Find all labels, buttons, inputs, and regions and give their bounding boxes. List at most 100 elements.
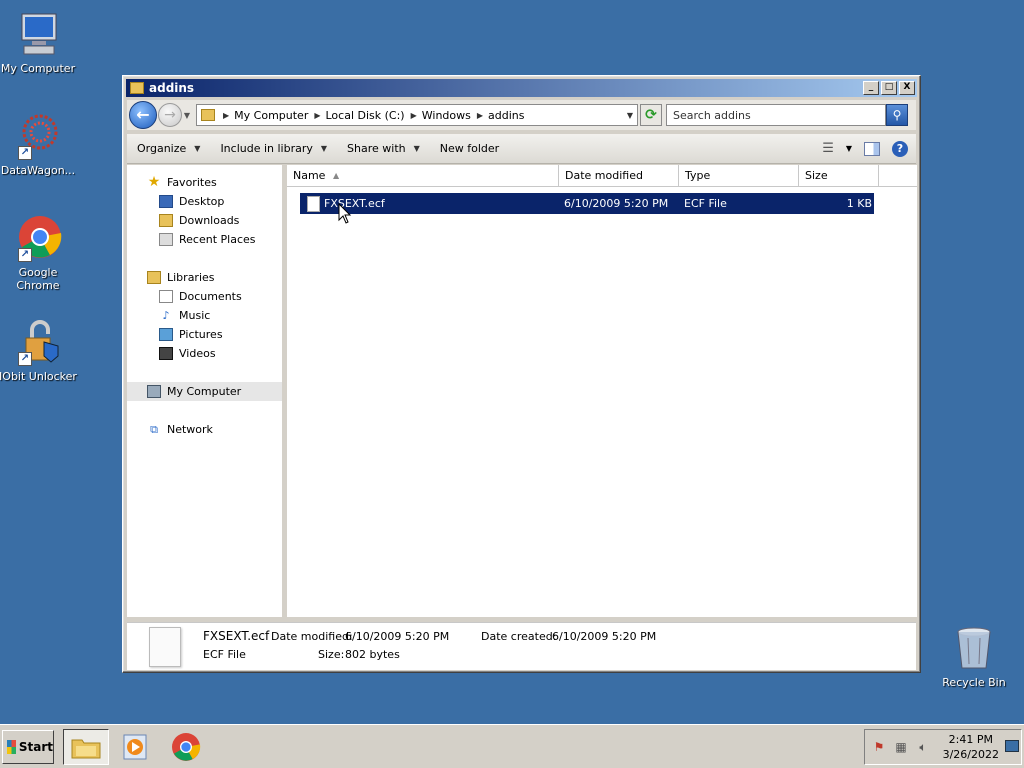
pictures-icon	[159, 328, 173, 341]
file-large-icon	[149, 627, 181, 667]
share-with-button[interactable]: Share with ▼	[347, 142, 420, 155]
shortcut-arrow-icon: ↗	[18, 352, 32, 366]
column-header-type[interactable]: Type	[679, 165, 799, 187]
navigation-pane: ★ Favorites Desktop Downloads Recent Plac…	[127, 165, 285, 617]
address-bar: ← → ▼ ▶ My Computer ▶ Local Disk (C:) ▶ Win…	[127, 100, 916, 130]
show-desktop-icon[interactable]	[1005, 740, 1019, 752]
view-dropdown-icon[interactable]: ▼	[846, 144, 852, 153]
chevron-right-icon[interactable]: ▶	[477, 111, 483, 120]
windows-logo-icon	[7, 740, 16, 754]
recent-pages-dropdown-icon[interactable]: ▼	[182, 111, 192, 120]
details-size-label: Size:	[318, 648, 345, 661]
nav-music[interactable]: ♪ Music	[127, 306, 282, 325]
shortcut-arrow-icon: ↗	[18, 146, 32, 160]
star-icon: ★	[147, 174, 161, 190]
datawagon-icon: ↗	[14, 112, 62, 160]
breadcrumb-windows[interactable]: ▶ Windows	[411, 109, 471, 122]
details-date-created: 6/10/2009 5:20 PM	[552, 630, 657, 643]
nav-videos[interactable]: Videos	[127, 344, 282, 363]
details-size: 802 bytes	[345, 648, 400, 661]
shortcut-arrow-icon: ↗	[18, 248, 32, 262]
recent-places-icon	[159, 233, 173, 246]
nav-favorites[interactable]: ★ Favorites	[127, 173, 282, 192]
nav-network[interactable]: ⧉ Network	[127, 420, 282, 439]
details-date-modified: 6/10/2009 5:20 PM	[345, 630, 450, 643]
column-header-name[interactable]: Name ▲	[287, 165, 559, 187]
clock[interactable]: 2:41 PM 3/26/2022	[943, 732, 999, 762]
desktop-icon-label: DataWagon...	[0, 164, 76, 177]
downloads-folder-icon	[159, 214, 173, 227]
forward-arrow-icon[interactable]: →	[158, 103, 182, 127]
recycle-bin-icon	[950, 624, 998, 672]
desktop-icon-datawagon[interactable]: ↗ DataWagon...	[0, 112, 78, 177]
new-folder-button[interactable]: New folder	[440, 142, 499, 155]
desktop-icon-recycle-bin[interactable]: Recycle Bin	[934, 624, 1014, 689]
explorer-folder-icon	[71, 739, 101, 759]
taskbar-media-player-button[interactable]	[112, 729, 158, 765]
details-filetype: ECF File	[203, 648, 246, 661]
back-arrow-icon[interactable]: ←	[129, 101, 157, 129]
mouse-cursor-icon	[338, 203, 352, 224]
breadcrumb-local-disk[interactable]: ▶ Local Disk (C:)	[314, 109, 404, 122]
chevron-down-icon: ▼	[194, 144, 201, 153]
breadcrumb-addins[interactable]: ▶ addins	[477, 109, 525, 122]
breadcrumb-my-computer[interactable]: ▶ My Computer	[223, 109, 308, 122]
chevron-right-icon[interactable]: ▶	[223, 111, 229, 120]
unlocker-icon: ↗	[14, 318, 62, 366]
refresh-icon[interactable]: ⟳	[640, 104, 662, 126]
maximize-button[interactable]: □	[881, 81, 897, 95]
search-input[interactable]: Search addins	[666, 104, 886, 126]
chevron-right-icon[interactable]: ▶	[314, 111, 320, 120]
volume-icon[interactable]: 🔈︎	[915, 739, 931, 755]
desktop-icon-my-computer[interactable]: My Computer	[0, 10, 78, 75]
explorer-window: addins _ □ X ← → ▼ ▶ My Computer ▶ Local D…	[122, 75, 921, 673]
start-button[interactable]: Start	[2, 730, 54, 764]
file-name: FXSEXT.ecf	[324, 197, 385, 210]
address-dropdown-icon[interactable]: ▼	[627, 111, 633, 120]
chevron-down-icon: ▼	[413, 144, 420, 153]
minimize-button[interactable]: _	[863, 81, 879, 95]
nav-desktop[interactable]: Desktop	[127, 192, 282, 211]
include-in-library-button[interactable]: Include in library ▼	[220, 142, 327, 155]
breadcrumb[interactable]: ▶ My Computer ▶ Local Disk (C:) ▶ Windows ▶…	[196, 104, 638, 126]
nav-recent-places[interactable]: Recent Places	[127, 230, 282, 249]
file-list: Name ▲ Date modified Type Size FXSEXT.ecf…	[287, 165, 917, 617]
desktop-icon-label: Google Chrome	[16, 266, 60, 292]
music-icon: ♪	[162, 309, 170, 322]
nav-libraries[interactable]: Libraries	[127, 268, 282, 287]
search-icon[interactable]: ⚲	[886, 104, 908, 126]
libraries-icon	[147, 271, 161, 284]
window-title: addins	[149, 81, 195, 95]
column-header-date-modified[interactable]: Date modified	[559, 165, 679, 187]
table-row[interactable]: FXSEXT.ecf 6/10/2009 5:20 PM ECF File 1 …	[300, 193, 874, 214]
close-button[interactable]: X	[899, 81, 915, 95]
chrome-icon: ↗	[14, 214, 62, 262]
change-view-icon[interactable]: ☰	[822, 141, 834, 156]
sort-up-icon: ▲	[333, 171, 340, 180]
nav-my-computer[interactable]: My Computer	[127, 382, 282, 401]
command-bar: Organize ▼ Include in library ▼ Share with…	[127, 134, 916, 164]
organize-button[interactable]: Organize ▼	[137, 142, 200, 155]
action-center-flag-icon[interactable]: ⚑	[871, 739, 887, 755]
preview-pane-icon[interactable]	[864, 141, 880, 156]
help-icon[interactable]: ?	[892, 140, 908, 157]
my-computer-icon	[14, 10, 62, 58]
taskbar-explorer-button[interactable]	[63, 729, 109, 765]
column-header-size[interactable]: Size	[799, 165, 879, 187]
chrome-icon	[172, 733, 201, 761]
computer-icon	[147, 385, 161, 398]
folder-icon	[130, 82, 144, 94]
file-size: 1 KB	[846, 197, 872, 210]
taskbar-chrome-button[interactable]	[163, 729, 209, 765]
nav-downloads[interactable]: Downloads	[127, 211, 282, 230]
chevron-down-icon: ▼	[320, 144, 328, 153]
file-date-modified: 6/10/2009 5:20 PM	[564, 197, 669, 210]
chevron-right-icon[interactable]: ▶	[411, 111, 417, 120]
nav-pictures[interactable]: Pictures	[127, 325, 282, 344]
videos-icon	[159, 347, 173, 360]
window-titlebar[interactable]: addins _ □ X	[126, 79, 917, 97]
network-status-icon[interactable]: ▦	[893, 739, 909, 755]
nav-documents[interactable]: Documents	[127, 287, 282, 306]
desktop-icon-google-chrome[interactable]: ↗ Google Chrome	[0, 214, 78, 292]
desktop-icon-iobit-unlocker[interactable]: ↗ IObit Unlocker	[0, 318, 78, 383]
